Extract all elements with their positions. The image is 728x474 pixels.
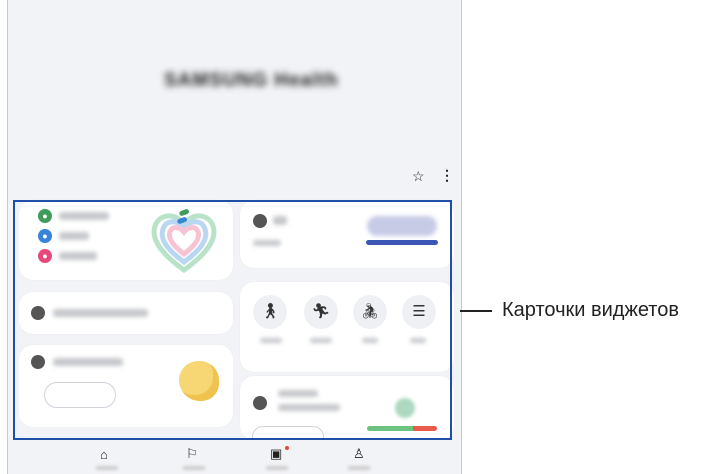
together-flag-icon[interactable]: ⚐ [186, 446, 198, 462]
bottom-navigation: ⌂ ⚐ ▣ ♙ [8, 440, 461, 474]
together-label [183, 466, 205, 470]
more-options-icon[interactable]: ⋮ [440, 167, 454, 184]
app-title: SAMSUNG Health [164, 70, 339, 91]
callout-leader-line [460, 310, 492, 312]
home-icon[interactable]: ⌂ [100, 447, 108, 462]
fitness-badge [285, 446, 289, 450]
widget-cards-highlight [13, 200, 452, 440]
star-icon[interactable]: ☆ [412, 168, 425, 185]
callout-label: Карточки виджетов [502, 299, 679, 321]
fitness-label [266, 466, 288, 470]
fitness-icon[interactable]: ▣ [270, 446, 282, 462]
my-page-label [348, 466, 370, 470]
my-page-icon[interactable]: ♙ [353, 446, 365, 462]
home-label [96, 466, 118, 470]
